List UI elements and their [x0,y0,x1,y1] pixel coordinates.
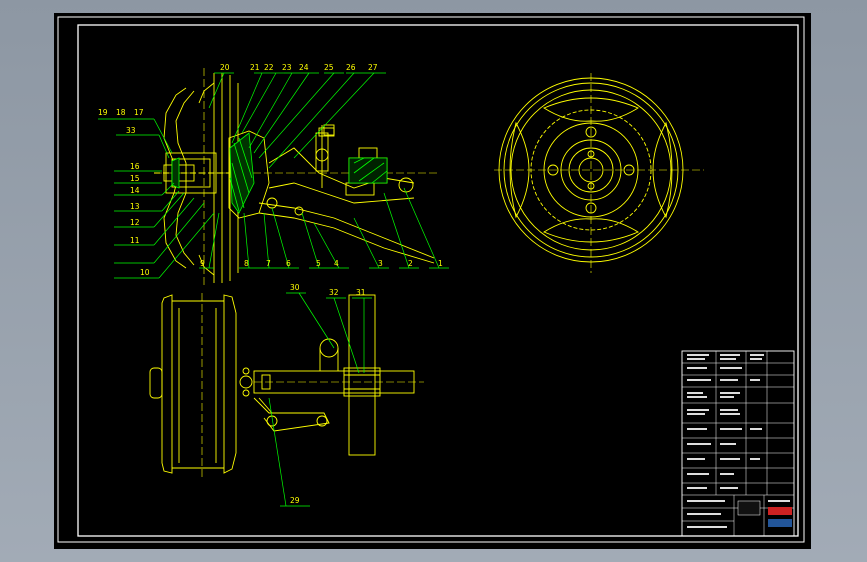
callout-12: 12 [130,218,140,227]
callout-10: 10 [140,268,150,277]
callout-24: 24 [299,63,309,72]
callout-21: 21 [250,63,260,72]
plan-view [149,293,424,478]
callout-19: 19 [98,108,108,117]
callout-7: 7 [266,259,271,268]
wheel-front-view [494,73,704,273]
section-leaders [98,72,449,279]
callout-20: 20 [220,63,230,72]
red-badge [768,507,792,515]
outer-frame [57,16,805,543]
callout-27: 27 [368,63,378,72]
callout-14: 14 [130,186,140,195]
plan-callouts: 30 32 31 29 [290,283,366,505]
callout-13: 13 [130,202,140,211]
callout-32: 32 [329,288,339,297]
callout-16: 16 [130,162,140,171]
callout-22: 22 [264,63,274,72]
callout-1: 1 [438,259,443,268]
callout-25: 25 [324,63,334,72]
callout-30: 30 [290,283,300,292]
callout-26: 26 [346,63,356,72]
callout-4: 4 [334,259,339,268]
callout-11: 11 [130,236,140,245]
callout-15: 15 [130,174,140,183]
cad-viewport[interactable]: 20 21 22 23 24 25 26 27 19 18 17 33 16 1… [54,13,811,549]
callout-3: 3 [378,259,383,268]
assembly-drawing: 20 21 22 23 24 25 26 27 19 18 17 33 16 1… [57,16,805,543]
callout-31: 31 [356,288,366,297]
section-view [154,68,439,288]
callout-9: 9 [200,259,205,268]
callout-17: 17 [134,108,144,117]
callout-8: 8 [244,259,249,268]
callout-29: 29 [290,496,300,505]
blue-badge [768,519,792,527]
callout-18: 18 [116,108,126,117]
callout-6: 6 [286,259,291,268]
callout-2: 2 [408,259,413,268]
callout-33: 33 [126,126,136,135]
callout-5: 5 [316,259,321,268]
callout-23: 23 [282,63,292,72]
plan-leaders [268,292,372,507]
